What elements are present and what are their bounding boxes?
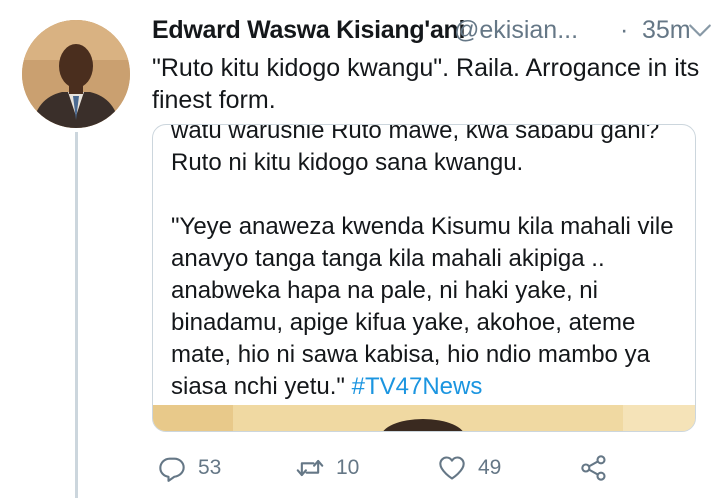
avatar[interactable] bbox=[22, 20, 130, 128]
quoted-paragraph: "Yeye anaweza kwenda Kisumu kila mahali … bbox=[171, 213, 674, 400]
heart-icon bbox=[439, 456, 465, 480]
reply-icon bbox=[159, 457, 185, 482]
quoted-partial-line: watu warushie Ruto mawe, kwa sababu gani… bbox=[171, 124, 660, 144]
tweet-header: Edward Waswa Kisiang'ani @ekisian... · 3… bbox=[152, 10, 711, 50]
separator-dot: · bbox=[620, 16, 629, 44]
like-button[interactable]: 49 bbox=[438, 448, 501, 488]
reply-count: 53 bbox=[198, 456, 222, 479]
retweet-count: 10 bbox=[336, 456, 360, 479]
retweet-button[interactable]: 10 bbox=[296, 448, 359, 488]
hashtag-link[interactable]: #TV47News bbox=[352, 373, 483, 400]
tweet-text: "Ruto kitu kidogo kwangu". Raila. Arroga… bbox=[152, 54, 700, 114]
quoted-line: Ruto ni kitu kidogo sana kwangu. bbox=[171, 149, 524, 176]
author-name[interactable]: Edward Waswa Kisiang'ani bbox=[152, 16, 465, 45]
media-image-preview bbox=[153, 405, 695, 431]
quoted-media-image[interactable] bbox=[153, 405, 695, 431]
share-button[interactable] bbox=[580, 448, 608, 488]
chevron-down-icon[interactable] bbox=[687, 18, 713, 44]
avatar-image bbox=[22, 20, 130, 128]
quoted-tweet-card[interactable]: watu warushie Ruto mawe, kwa sababu gani… bbox=[152, 124, 696, 432]
author-handle[interactable]: @ekisian... bbox=[454, 16, 578, 45]
timestamp[interactable]: 35m bbox=[642, 16, 691, 45]
quoted-tweet-text: watu warushie Ruto mawe, kwa sababu gani… bbox=[171, 124, 683, 403]
retweet-icon bbox=[296, 459, 324, 477]
tweet-actions: 53 10 49 bbox=[152, 448, 672, 488]
like-count: 49 bbox=[478, 456, 502, 479]
reply-button[interactable]: 53 bbox=[158, 448, 221, 488]
share-icon bbox=[581, 455, 606, 481]
thread-line bbox=[75, 132, 78, 498]
